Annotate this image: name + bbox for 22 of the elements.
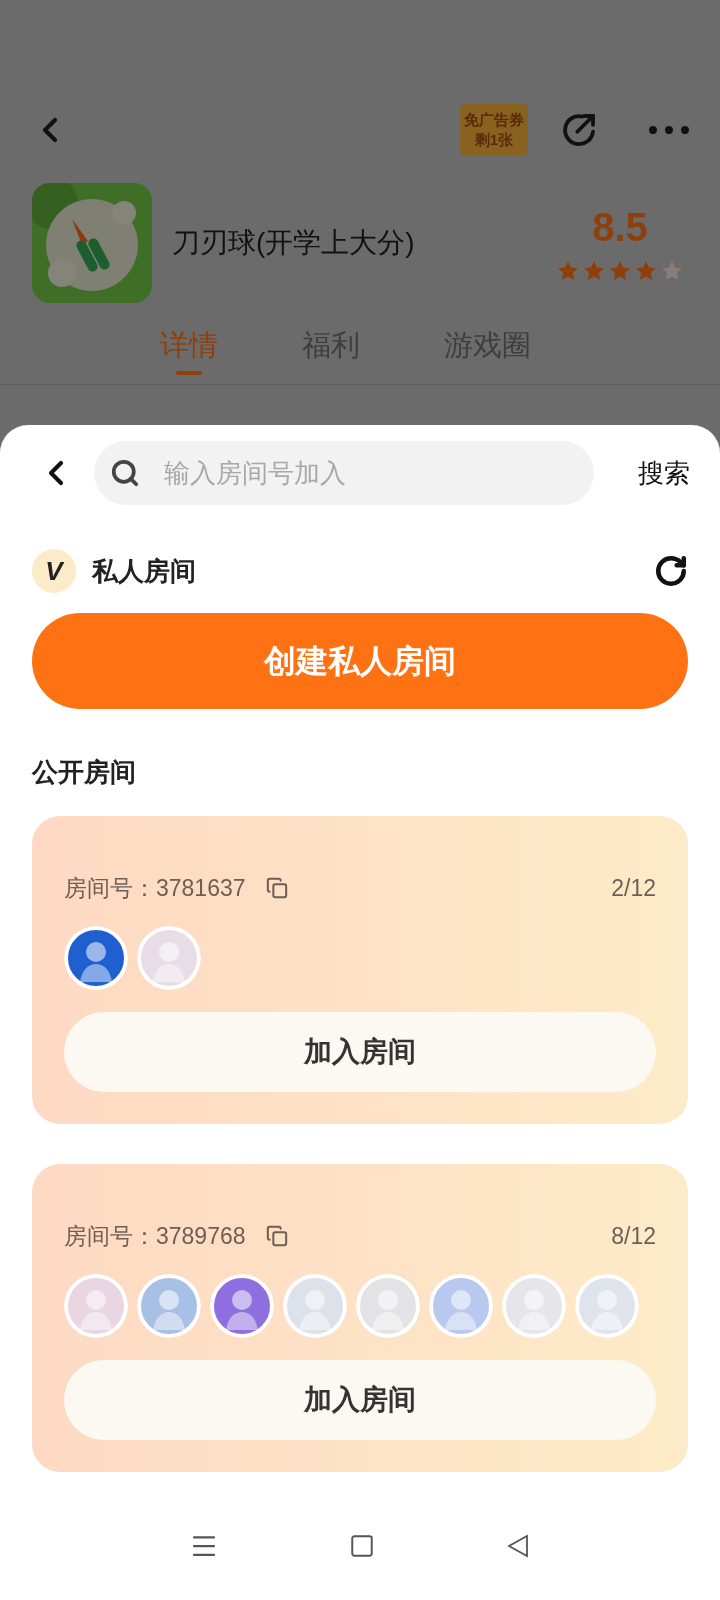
coupon-badge[interactable]: 免广告券 剩1张 (460, 104, 528, 156)
room-number: 房间号：3789768 (64, 1221, 246, 1251)
copy-icon[interactable] (265, 1225, 288, 1247)
search-field[interactable]: 输入房间号加入 (94, 441, 594, 505)
join-room-button[interactable]: 加入房间 (64, 1012, 656, 1092)
section-title: 公开房间 (32, 756, 136, 789)
refresh-icon[interactable] (654, 554, 688, 588)
home-icon[interactable] (349, 1533, 375, 1559)
player-count: 2/12 (611, 873, 656, 903)
section-title: 私人房间 (92, 554, 196, 588)
back-icon[interactable] (505, 1533, 531, 1559)
game-score: 8.5 (592, 203, 648, 251)
copy-icon[interactable] (265, 877, 288, 899)
room-number: 房间号：3781637 (64, 873, 246, 903)
vip-badge: V (32, 549, 76, 593)
player-count: 8/12 (611, 1221, 656, 1251)
search-button[interactable]: 搜索 (638, 453, 690, 493)
search-icon (110, 458, 140, 488)
create-room-button[interactable]: 创建私人房间 (32, 613, 688, 709)
game-title: 刀刃球(开学上大分) (172, 225, 415, 260)
more-icon[interactable] (648, 125, 690, 135)
join-room-button[interactable]: 加入房间 (64, 1360, 656, 1440)
